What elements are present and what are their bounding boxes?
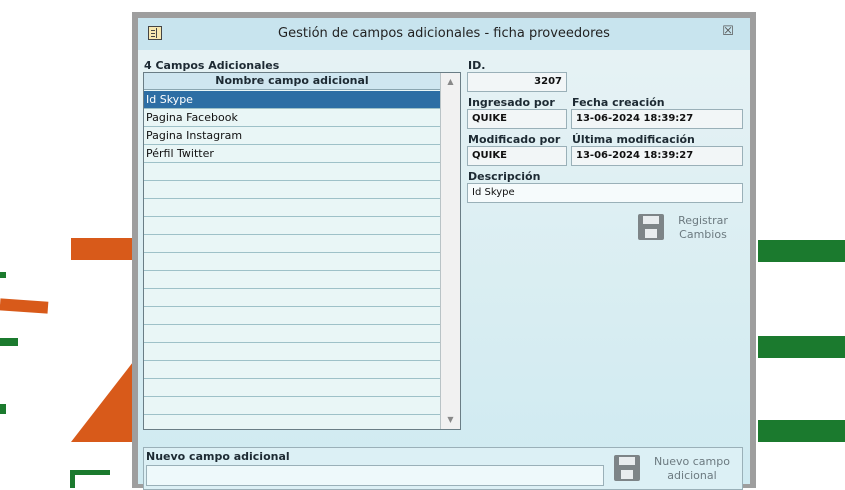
empty-list-row[interactable] <box>144 379 440 397</box>
list-item[interactable]: Id Skype <box>144 91 440 109</box>
dialog-frame: Gestión de campos adicionales - ficha pr… <box>138 18 750 490</box>
background-shape <box>0 338 18 346</box>
ingresado-label: Ingresado por <box>468 96 555 109</box>
background-shape <box>0 298 49 314</box>
nuevo-campo-button[interactable]: Nuevo campo adicional <box>614 454 740 488</box>
list-item[interactable]: Pagina Instagram <box>144 127 440 145</box>
fecha-creacion-field[interactable]: 13-06-2024 18:39:27 <box>571 109 743 129</box>
empty-list-row[interactable] <box>144 253 440 271</box>
id-field[interactable]: 3207 <box>467 72 567 92</box>
descripcion-field[interactable]: Id Skype <box>467 183 743 203</box>
floppy-disk-icon <box>614 455 640 481</box>
descripcion-label: Descripción <box>468 170 541 183</box>
background-shape <box>71 362 133 442</box>
new-field-input[interactable] <box>146 465 604 486</box>
modificado-label: Modificado por <box>468 133 561 146</box>
background-shape <box>70 470 110 488</box>
list-rows: Id Skype Pagina Facebook Pagina Instagram P… <box>144 91 440 415</box>
background-shape <box>0 272 6 278</box>
fields-list: Nombre campo adicional Id Skype Pagina Fa… <box>143 72 461 430</box>
empty-list-row[interactable] <box>144 235 440 253</box>
background-shape <box>758 336 845 358</box>
dialog-window: Gestión de campos adicionales - ficha pr… <box>132 12 756 490</box>
close-icon[interactable]: ☒ <box>720 24 736 40</box>
empty-list-row[interactable] <box>144 307 440 325</box>
window-title: Gestión de campos adicionales - ficha pr… <box>278 26 610 41</box>
dialog-content: 4 Campos Adicionales Nombre campo adicio… <box>138 50 750 490</box>
empty-list-row[interactable] <box>144 397 440 415</box>
column-header[interactable]: Nombre campo adicional <box>144 73 440 90</box>
empty-list-row[interactable] <box>144 325 440 343</box>
list-item[interactable]: Pagina Facebook <box>144 109 440 127</box>
scrollbar[interactable]: ▲ ▼ <box>440 73 460 429</box>
ultima-modificacion-field[interactable]: 13-06-2024 18:39:27 <box>571 146 743 166</box>
registrar-cambios-button[interactable]: Registrar Cambios <box>638 212 738 252</box>
list-item[interactable]: Pérfil Twitter <box>144 145 440 163</box>
background-shape <box>758 420 845 442</box>
empty-list-row[interactable] <box>144 199 440 217</box>
modificado-field[interactable]: QUIKE <box>467 146 567 166</box>
background-shape <box>758 240 845 262</box>
empty-list-row[interactable] <box>144 181 440 199</box>
new-field-panel: Nuevo campo adicional Nuevo campo adicio… <box>143 447 743 490</box>
empty-list-row[interactable] <box>144 163 440 181</box>
scroll-down-icon[interactable]: ▼ <box>441 411 460 429</box>
ingresado-field[interactable]: QUIKE <box>467 109 567 129</box>
background-shape <box>0 404 6 414</box>
scroll-up-icon[interactable]: ▲ <box>441 73 460 91</box>
empty-list-row[interactable] <box>144 361 440 379</box>
new-field-label: Nuevo campo adicional <box>146 450 290 463</box>
fecha-creacion-label: Fecha creación <box>572 96 665 109</box>
empty-list-row[interactable] <box>144 343 440 361</box>
list-count-label: 4 Campos Adicionales <box>144 59 280 72</box>
background-shape <box>71 238 133 260</box>
id-label: ID. <box>468 59 486 72</box>
ultima-modificacion-label: Última modificación <box>572 133 695 146</box>
empty-list-row[interactable] <box>144 271 440 289</box>
registrar-cambios-label: Registrar Cambios <box>678 214 728 241</box>
floppy-disk-icon <box>638 214 664 240</box>
nuevo-campo-label: Nuevo campo adicional <box>654 455 730 482</box>
title-bar: Gestión de campos adicionales - ficha pr… <box>138 18 750 50</box>
empty-list-row[interactable] <box>144 217 440 235</box>
empty-list-row[interactable] <box>144 289 440 307</box>
